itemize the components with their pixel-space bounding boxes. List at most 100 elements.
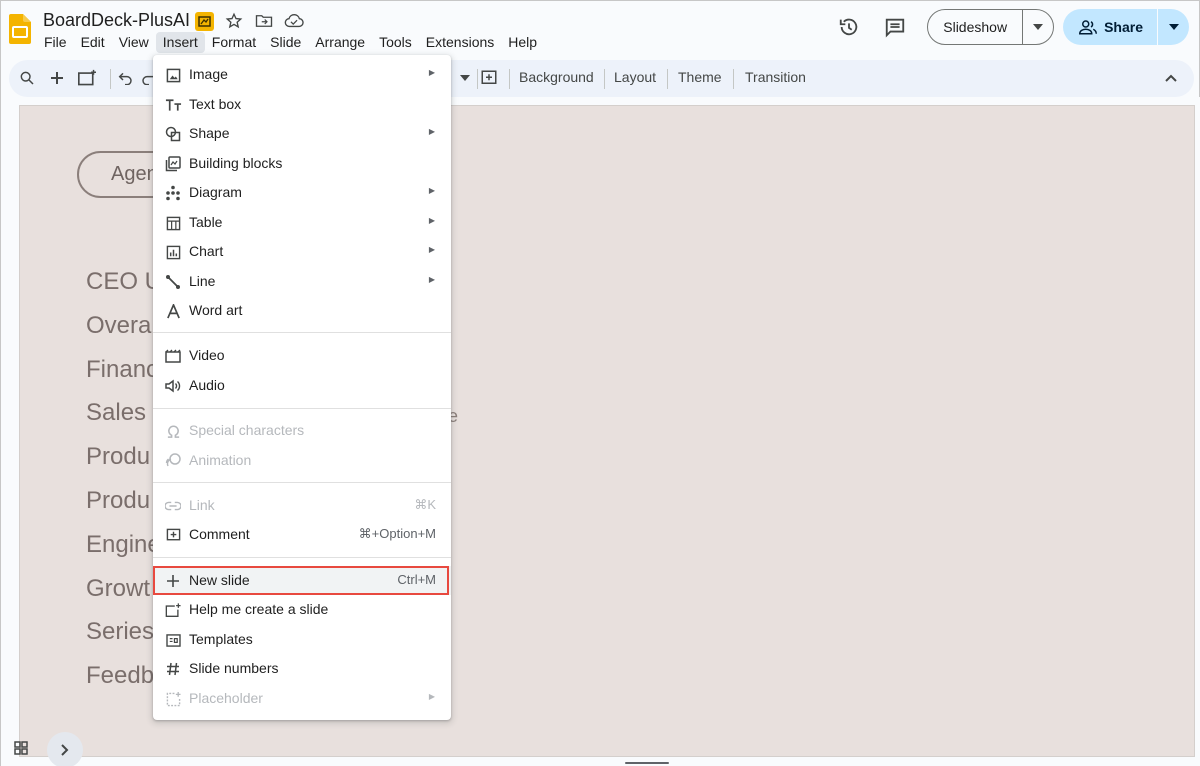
extension-icon[interactable]: [193, 11, 215, 31]
menu-item-new-slide[interactable]: New slide Ctrl+M: [153, 566, 451, 595]
animation-icon: [164, 452, 182, 470]
menu-item-placeholder: Placeholder ▶: [153, 684, 451, 713]
background-button[interactable]: Background: [519, 69, 594, 85]
header-actions: Slideshow Share: [831, 9, 1189, 45]
menu-edit[interactable]: Edit: [74, 32, 112, 53]
new-comment-icon[interactable]: [479, 68, 499, 88]
chevron-right-icon: [61, 744, 69, 756]
submenu-arrow-icon: ▶: [428, 127, 435, 136]
move-folder-icon[interactable]: [253, 11, 275, 31]
layout-button[interactable]: Layout: [614, 69, 656, 85]
share-button[interactable]: Share: [1063, 9, 1189, 45]
star-icon[interactable]: [223, 11, 245, 31]
grid-view-icon[interactable]: [7, 734, 35, 762]
slide-agenda-list[interactable]: CEO U Overa Financ Sales Produ Produ Eng…: [86, 267, 162, 705]
menu-item-templates[interactable]: Templates: [153, 625, 451, 654]
agenda-row: CEO U: [86, 268, 163, 295]
templates-icon: [164, 631, 182, 649]
menu-file[interactable]: File: [37, 32, 74, 53]
search-menus-icon[interactable]: [17, 68, 37, 88]
menu-arrange[interactable]: Arrange: [308, 32, 372, 53]
image-icon: [164, 66, 182, 84]
chart-icon: [164, 243, 182, 261]
shape-icon: [164, 125, 182, 143]
shortcut-text: ⌘+Option+M: [358, 526, 436, 541]
add-slide-sparkle-icon[interactable]: [77, 68, 97, 88]
menu-insert[interactable]: Insert: [155, 32, 205, 53]
comments-icon[interactable]: [877, 9, 913, 45]
speaker-notes-handle[interactable]: [625, 762, 669, 764]
menu-item-audio[interactable]: Audio: [153, 371, 451, 400]
submenu-arrow-icon: ▶: [428, 186, 435, 195]
menu-item-shape[interactable]: Shape ▶: [153, 119, 451, 148]
menu-format[interactable]: Format: [205, 32, 263, 53]
agenda-row: Engine: [86, 530, 161, 558]
slideshow-label[interactable]: Slideshow: [928, 10, 1022, 44]
line-icon: [164, 273, 182, 291]
menu-item-building-blocks[interactable]: Building blocks: [153, 149, 451, 178]
slideshow-options-dropdown[interactable]: [1022, 10, 1053, 44]
menu-item-image[interactable]: Image ▶: [153, 60, 451, 89]
placeholder-icon: [164, 690, 182, 708]
agenda-row: Produ: [86, 486, 151, 514]
submenu-arrow-icon: ▶: [428, 692, 435, 701]
agenda-row: Produ: [86, 443, 151, 471]
menu-item-chart[interactable]: Chart ▶: [153, 237, 451, 266]
menu-item-line[interactable]: Line ▶: [153, 267, 451, 296]
comment-icon: [164, 526, 182, 544]
menu-item-table[interactable]: Table ▶: [153, 208, 451, 237]
insert-menu: Image ▶ Text box Shape ▶ Building blocks…: [153, 55, 451, 720]
omega-icon: [164, 422, 182, 440]
menu-extensions[interactable]: Extensions: [419, 32, 501, 53]
document-title[interactable]: BoardDeck-PlusAI: [43, 10, 190, 31]
hash-icon: [164, 660, 182, 678]
people-icon: [1079, 20, 1098, 35]
theme-button[interactable]: Theme: [678, 69, 722, 85]
plus-icon: [164, 572, 182, 590]
share-label[interactable]: Share: [1104, 19, 1143, 35]
menu-item-animation: Animation: [153, 446, 451, 475]
line-dropdown-icon[interactable]: [455, 68, 475, 88]
chevron-down-icon: [1168, 24, 1179, 30]
transition-button[interactable]: Transition: [745, 69, 806, 85]
submenu-arrow-icon: ▶: [428, 275, 435, 284]
sparkle-slide-icon: [164, 601, 182, 619]
menu-tools[interactable]: Tools: [372, 32, 419, 53]
agenda-row: Financ: [86, 355, 159, 383]
diagram-icon: [164, 184, 182, 202]
share-options-dropdown[interactable]: [1157, 9, 1189, 45]
expand-filmstrip-button[interactable]: [47, 732, 83, 766]
chevron-down-icon: [1033, 24, 1044, 30]
menu-item-diagram[interactable]: Diagram ▶: [153, 178, 451, 207]
text-box-icon: [164, 96, 182, 114]
submenu-arrow-icon: ▶: [428, 216, 435, 225]
menu-item-help-me-create-slide[interactable]: Help me create a slide: [153, 595, 451, 624]
link-icon: [164, 497, 182, 515]
agenda-row: Feedb: [86, 662, 155, 690]
menu-item-slide-numbers[interactable]: Slide numbers: [153, 654, 451, 683]
menu-item-link: Link ⌘K: [153, 491, 451, 520]
video-icon: [164, 347, 182, 365]
menu-item-comment[interactable]: Comment ⌘+Option+M: [153, 520, 451, 549]
collapse-toolbar-icon[interactable]: [1161, 68, 1181, 88]
submenu-arrow-icon: ▶: [428, 245, 435, 254]
cloud-saved-icon[interactable]: [283, 11, 305, 31]
agenda-row: Series: [86, 618, 155, 646]
app-window: BoardDeck-PlusAI File Edit View Insert F…: [0, 0, 1200, 766]
menu-item-text-box[interactable]: Text box: [153, 90, 451, 119]
menu-slide[interactable]: Slide: [263, 32, 308, 53]
menu-help[interactable]: Help: [501, 32, 544, 53]
agenda-row: Overa: [86, 311, 152, 339]
add-icon[interactable]: [47, 68, 67, 88]
slideshow-button[interactable]: Slideshow: [927, 9, 1055, 45]
shortcut-text: Ctrl+M: [397, 572, 436, 587]
menu-view[interactable]: View: [112, 32, 156, 53]
menu-item-word-art[interactable]: Word art: [153, 296, 451, 325]
undo-icon[interactable]: [115, 68, 135, 88]
slides-logo-icon[interactable]: [9, 14, 31, 44]
version-history-icon[interactable]: [831, 9, 867, 45]
audio-icon: [164, 377, 182, 395]
title-actions: [193, 11, 305, 31]
menu-item-video[interactable]: Video: [153, 341, 451, 370]
agenda-row: Sales: [86, 399, 147, 427]
